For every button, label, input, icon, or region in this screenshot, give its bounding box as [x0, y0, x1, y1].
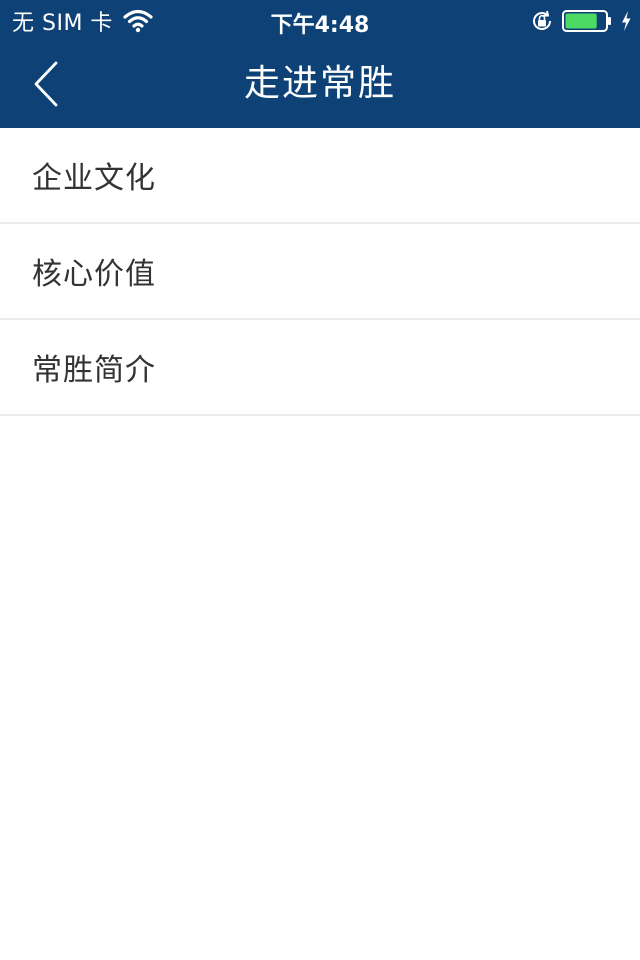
- battery-icon: [562, 10, 611, 32]
- header: 无 SIM 卡 下午4:48 走进常胜: [0, 0, 640, 128]
- page-title: 走进常胜: [243, 63, 396, 104]
- rotation-lock-icon: [533, 10, 552, 30]
- menu-item-label: 核心价值: [32, 257, 156, 292]
- status-bar: 无 SIM 卡 下午4:48: [0, 0, 640, 40]
- battery-fill: [565, 13, 597, 29]
- menu-list: 企业文化 核心价值 常胜简介: [0, 128, 640, 416]
- status-bar-right: [530, 7, 632, 35]
- menu-item-label: 常胜简介: [32, 353, 156, 388]
- menu-item-company-profile[interactable]: 常胜简介: [0, 320, 640, 416]
- navigation-bar: 走进常胜: [0, 40, 640, 128]
- charging-bolt-icon: [622, 11, 631, 31]
- menu-item-label: 企业文化: [32, 161, 156, 196]
- menu-item-corporate-culture[interactable]: 企业文化: [0, 128, 640, 224]
- menu-item-core-values[interactable]: 核心价值: [0, 224, 640, 320]
